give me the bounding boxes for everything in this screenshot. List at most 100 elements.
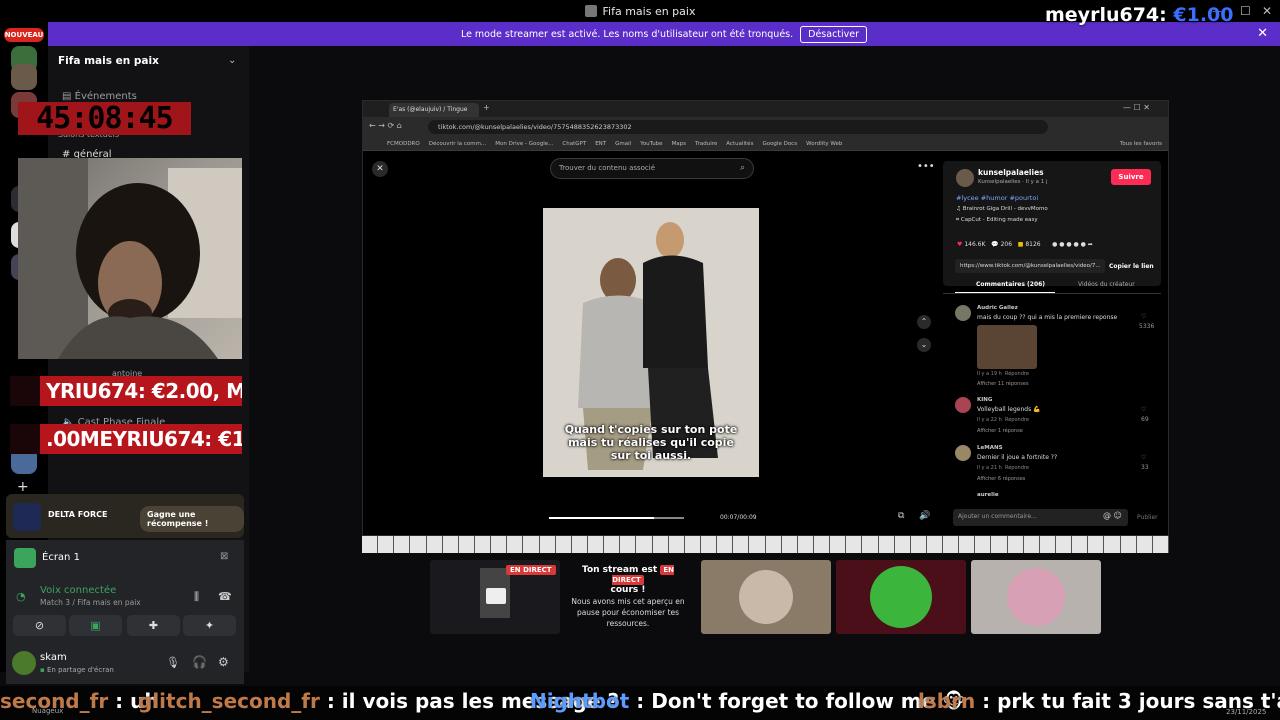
bookmark-icon[interactable]: ■ (1018, 241, 1024, 248)
username[interactable]: skam (40, 652, 67, 663)
disconnect-icon[interactable]: ☎ (218, 590, 232, 603)
stream-tile-4[interactable] (971, 560, 1101, 634)
hashtags[interactable]: #lycee #humor #pourtoi (956, 194, 1038, 202)
more-options-icon[interactable]: ••• (917, 161, 935, 172)
camera-off-button[interactable]: ⊘ (13, 615, 66, 636)
voice-channel[interactable]: Match 3 / Fifa mais en paix (40, 598, 141, 607)
noise-icon[interactable]: ⫼ (194, 590, 199, 604)
voice-status[interactable]: Voix connectée (40, 585, 116, 596)
disable-streamer-button[interactable]: Désactiver (800, 25, 868, 43)
bookmark[interactable]: ENT (595, 141, 606, 147)
music-label[interactable]: ♫ Brainrot Giga Drill - devvMomo (956, 206, 1048, 212)
new-tab-icon[interactable]: + (483, 103, 490, 112)
banner-close-icon[interactable]: ✕ (1257, 26, 1268, 41)
stream-tile-3[interactable] (836, 560, 966, 634)
comment-avatar[interactable] (955, 305, 971, 321)
url-field[interactable]: tiktok.com/@kunselpalaelies/video/757548… (428, 120, 1048, 134)
live-badge: EN DIRECT (506, 565, 556, 575)
stream-tile-1[interactable]: EN DIRECT (430, 560, 560, 634)
chat-user: lsbrn (918, 689, 976, 713)
volume-icon[interactable]: 🔊 (919, 511, 930, 521)
bookmark[interactable]: YouTube (640, 141, 662, 147)
webcam-feed (18, 158, 242, 359)
chevron-down-icon[interactable]: ⌄ (228, 55, 236, 66)
comment-like-icon[interactable]: ♡ (1141, 313, 1146, 320)
like-count: 146.6K (964, 241, 986, 248)
related-search-input[interactable]: Trouver du contenu associé ⌕ (550, 158, 754, 179)
share-icons[interactable]: ● ● ● ● ● ➦ (1052, 241, 1093, 248)
comment-user[interactable]: Audric Gallez (977, 305, 1018, 311)
comment-like-icon[interactable]: ♡ (1141, 406, 1146, 413)
bookmark[interactable]: Découvrir la comm... (429, 141, 487, 147)
close-video-icon[interactable]: ✕ (372, 161, 388, 177)
tab-creator-videos[interactable]: Vidéos du créateur (1078, 281, 1135, 288)
comment-avatar[interactable] (955, 445, 971, 461)
stop-screen-icon[interactable]: ⊠ (220, 551, 228, 562)
activities-button[interactable]: ✚ (127, 615, 180, 636)
avatar[interactable] (12, 651, 36, 675)
tab-comments[interactable]: Commentaires (206) (976, 281, 1045, 288)
activities-icon: ✚ (148, 619, 159, 632)
reply-button[interactable]: Répondre (1005, 417, 1029, 423)
bookmark[interactable]: Actualités (726, 141, 753, 147)
soundboard-button[interactable]: ✦ (183, 615, 236, 636)
stream-tile-2[interactable] (701, 560, 831, 634)
comment-text: Dernier il joue a fortnite ?? (977, 454, 1058, 461)
reward-button[interactable]: Gagne une récompense ! (140, 506, 244, 532)
search-icon[interactable]: ⌕ (740, 163, 745, 173)
show-replies[interactable]: Afficher 11 réponses (977, 381, 1029, 387)
screen-label[interactable]: Écran 1 (42, 552, 80, 563)
server-name[interactable]: Fifa mais en paix (58, 55, 159, 67)
comment-likes: 5336 (1139, 323, 1155, 330)
comment-meta: Il y a 19 h Répondre (977, 371, 1029, 377)
capcut-label[interactable]: ⌗ CapCut - Editing made easy (956, 217, 1038, 224)
comment-user[interactable]: LeMANS (977, 445, 1003, 451)
reply-button[interactable]: Répondre (1005, 465, 1029, 471)
comment-avatar[interactable] (955, 397, 971, 413)
donation-amount: €1.00 (1173, 4, 1234, 26)
browser-window-controls[interactable]: — ☐ ✕ (1123, 103, 1150, 112)
comment-user[interactable]: aurelie (977, 492, 999, 498)
pip-icon[interactable]: ⧉ (898, 511, 904, 521)
maximize-icon[interactable]: ☐ (1240, 4, 1251, 18)
show-replies[interactable]: Afficher 6 réponses (977, 476, 1025, 482)
author-name[interactable]: kunselpalaelies (978, 168, 1044, 177)
bookmark[interactable]: Wordlity Web (806, 141, 842, 147)
server-icon[interactable] (11, 64, 37, 90)
next-video-icon[interactable]: ⌄ (917, 338, 931, 352)
close-window-icon[interactable]: ✕ (1262, 4, 1272, 18)
settings-gear-icon[interactable]: ⚙ (218, 655, 229, 669)
show-replies[interactable]: Afficher 1 réponse (977, 428, 1023, 434)
chat-message: Nightbot : Don't forget to follow me 🐵 (530, 689, 965, 713)
comment-time: Il y a 19 h (977, 371, 1002, 377)
add-server-icon[interactable]: + (17, 479, 29, 495)
bookmark[interactable]: Gmail (615, 141, 631, 147)
mention-emoji-icons[interactable]: @ ☺ (1103, 511, 1122, 520)
comment-time: Il y a 22 h (977, 417, 1002, 423)
screen-share-button[interactable]: ▣ (69, 615, 122, 636)
like-icon[interactable]: ♥ (957, 241, 962, 248)
comment-image[interactable] (977, 325, 1037, 369)
follow-button[interactable]: Suivre (1111, 169, 1151, 185)
previous-video-icon[interactable]: ⌃ (917, 315, 931, 329)
browser-tab[interactable]: E'as (@elaujuiv) / Tingue (389, 103, 479, 117)
bookmark[interactable]: Mon Drive - Google... (495, 141, 553, 147)
bookmark-all[interactable]: Tous les favoris (1120, 141, 1162, 147)
bookmark[interactable]: FCMODDRO (387, 141, 420, 147)
comment-like-icon[interactable]: ♡ (1141, 454, 1146, 461)
paused-title-text: Ton stream est (582, 565, 658, 575)
bookmark[interactable]: Traduire (695, 141, 717, 147)
comment-icon[interactable]: 💬 (991, 241, 998, 248)
microphone-icon[interactable]: 🎙 (166, 656, 180, 669)
desktop: Fifa mais en paix — ☐ ✕ Le mode streamer… (0, 0, 1280, 720)
comment-user[interactable]: KING (977, 397, 992, 403)
copy-link-button[interactable]: Copier le lien (1109, 263, 1154, 270)
publish-button[interactable]: Publier (1137, 514, 1158, 521)
reply-button[interactable]: Répondre (1005, 371, 1029, 377)
bookmark[interactable]: ChatGPT (562, 141, 586, 147)
nav-arrows-icon[interactable]: ← → ⟳ ⌂ (369, 121, 402, 130)
bookmark[interactable]: Maps (672, 141, 686, 147)
author-avatar[interactable] (956, 169, 974, 187)
headphones-icon[interactable]: 🎧 (192, 655, 207, 669)
bookmark[interactable]: Google Docs (762, 141, 797, 147)
